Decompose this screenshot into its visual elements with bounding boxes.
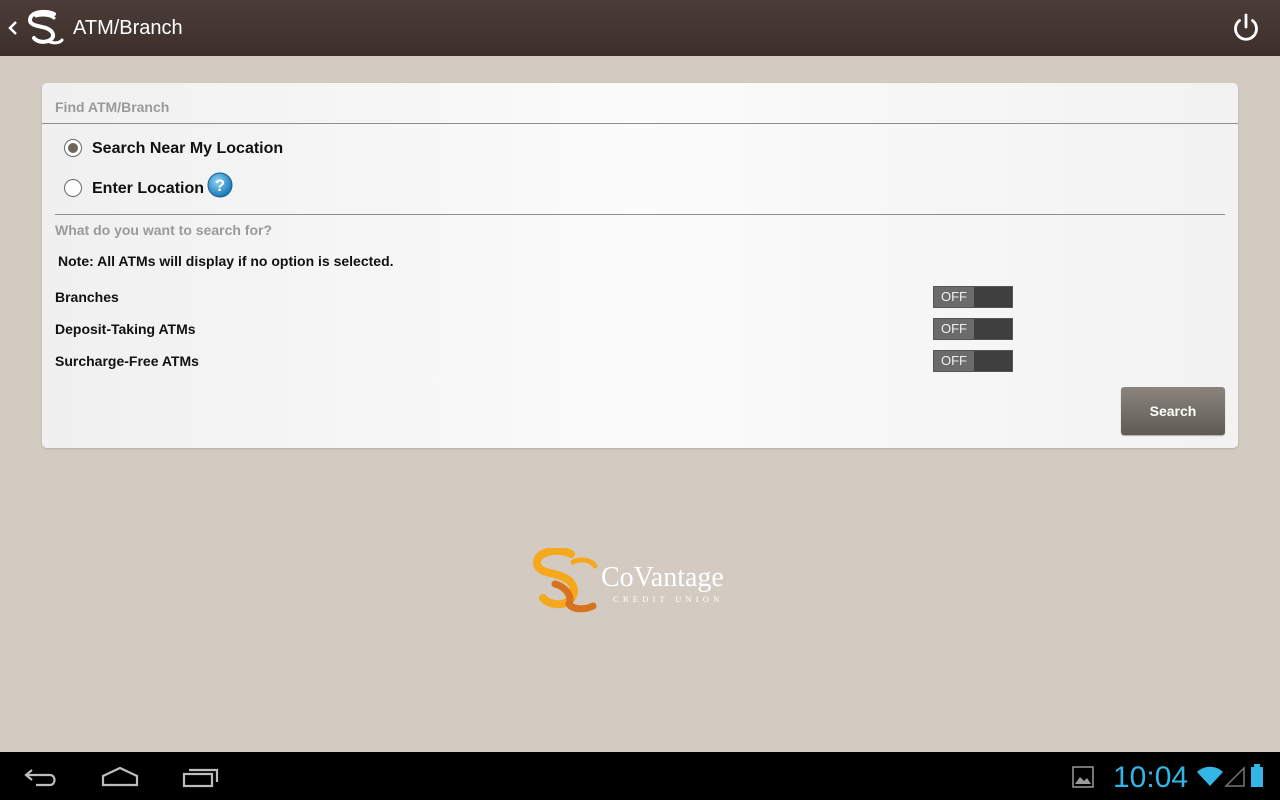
find-atm-card: Find ATM/Branch Search Near My Location …	[42, 83, 1238, 448]
note-text: Note: All ATMs will display if no option…	[58, 253, 394, 269]
signal-icon	[1224, 766, 1245, 787]
divider	[42, 123, 1238, 124]
filter-label-surcharge-free-atms: Surcharge-Free ATMs	[55, 353, 199, 369]
toggle-state: OFF	[934, 351, 974, 371]
svg-text:?: ?	[215, 176, 225, 195]
radio-button-checked[interactable]	[64, 139, 82, 157]
filter-label-branches: Branches	[55, 289, 119, 305]
nav-back-icon[interactable]	[22, 764, 60, 790]
gallery-icon[interactable]	[1072, 766, 1094, 788]
divider	[55, 214, 1225, 215]
chevron-left-icon[interactable]	[6, 16, 20, 40]
toggle-surcharge-free-atms[interactable]: OFF	[933, 350, 1013, 372]
nav-home-icon[interactable]	[100, 766, 140, 788]
nav-recents-icon[interactable]	[182, 766, 220, 788]
action-bar: ATM/Branch	[0, 0, 1280, 56]
clock: 10:04	[1113, 761, 1189, 794]
radio-label: Enter Location	[92, 180, 205, 197]
system-nav-bar: 10:04	[0, 752, 1280, 800]
brand-tagline: CREDIT UNION	[613, 594, 723, 604]
help-question-icon[interactable]: ?	[207, 172, 233, 198]
toggle-deposit-taking-atms[interactable]: OFF	[933, 318, 1013, 340]
brand-name: CoVantage	[601, 562, 724, 593]
toggle-state: OFF	[934, 287, 974, 307]
battery-icon	[1251, 764, 1263, 787]
covantage-brand-logo: CoVantage CREDIT UNION	[533, 548, 724, 613]
page-title: ATM/Branch	[73, 17, 183, 39]
power-icon[interactable]	[1228, 10, 1264, 46]
filter-label-deposit-taking-atms: Deposit-Taking ATMs	[55, 321, 196, 337]
find-section-title: Find ATM/Branch	[55, 99, 170, 115]
radio-label: Search Near My Location	[92, 140, 284, 157]
search-button[interactable]: Search	[1121, 387, 1225, 435]
radio-button-unchecked[interactable]	[64, 179, 82, 197]
toggle-branches[interactable]: OFF	[933, 286, 1013, 308]
toggle-state: OFF	[934, 319, 974, 339]
covantage-logo-icon[interactable]	[24, 8, 66, 48]
search-for-title: What do you want to search for?	[55, 222, 273, 238]
wifi-icon	[1197, 766, 1223, 786]
